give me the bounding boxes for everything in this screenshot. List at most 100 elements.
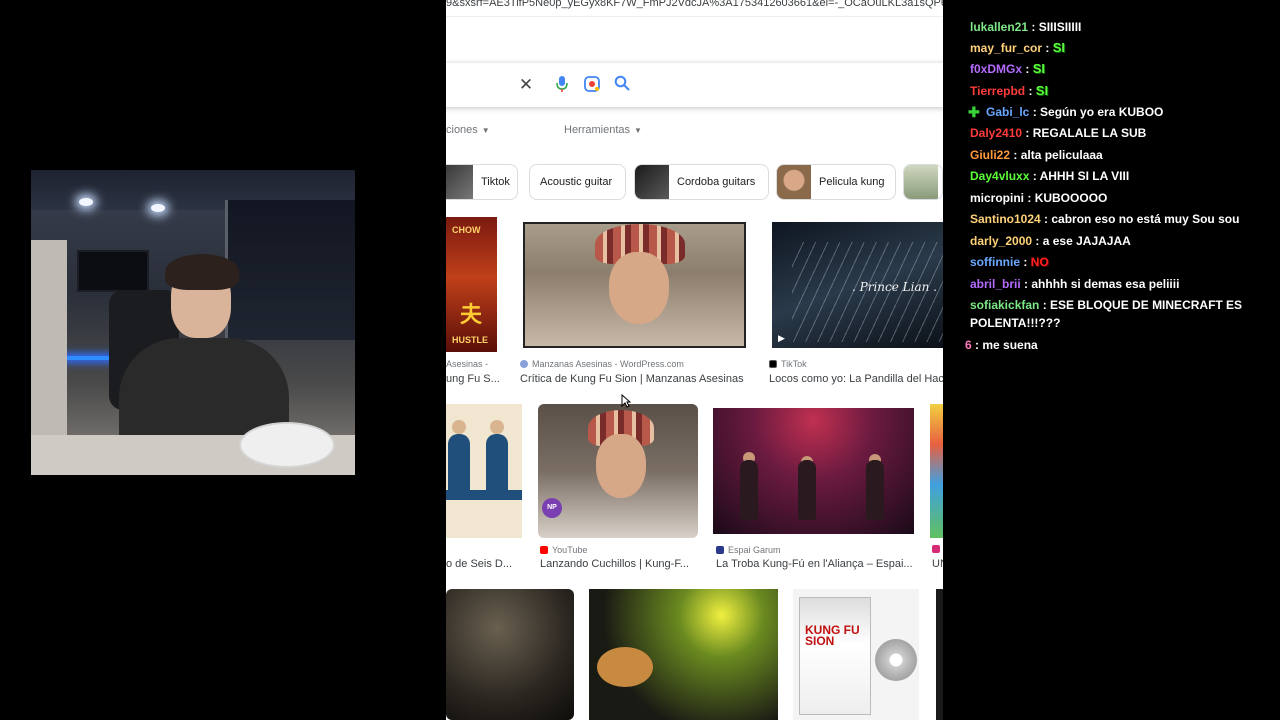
instagram-icon bbox=[932, 545, 940, 553]
mouse-cursor-icon bbox=[621, 394, 631, 408]
result-image-dvd[interactable]: KUNG FU SION bbox=[793, 589, 919, 720]
chat-username[interactable]: f0xDMGx bbox=[970, 62, 1022, 76]
chat-text: SI bbox=[1052, 40, 1066, 55]
chat-message: Santino1024 : cabron eso no está muy Sou… bbox=[970, 210, 1270, 228]
chat-text: cabron eso no está muy Sou sou bbox=[1051, 212, 1240, 226]
chip-thumbnail bbox=[635, 165, 669, 199]
webcam-feed bbox=[31, 170, 355, 475]
result-image-guitarist[interactable] bbox=[589, 589, 778, 720]
chat-username[interactable]: micropini bbox=[970, 191, 1024, 205]
result-image-curlers[interactable] bbox=[523, 222, 746, 348]
chat-text: AHHH SI LA VIII bbox=[1039, 169, 1130, 183]
chat-message: may_fur_cor : SI bbox=[970, 39, 1270, 57]
cam-window bbox=[225, 200, 355, 340]
result-image-illustration[interactable] bbox=[446, 404, 522, 538]
chat-text: me suena bbox=[982, 338, 1038, 352]
result-title-link[interactable]: La Troba Kung-Fú en l'Aliança – Espai... bbox=[716, 558, 916, 570]
chat-separator: : bbox=[1010, 148, 1021, 162]
chip-more[interactable] bbox=[903, 164, 943, 200]
chat-text: SI bbox=[1035, 83, 1049, 98]
result-image-partial[interactable] bbox=[936, 589, 943, 720]
result-title-link[interactable]: Locos como yo: La Pandilla del Hac bbox=[769, 373, 943, 385]
chat-separator: : bbox=[1040, 212, 1052, 226]
cam-plate bbox=[239, 422, 335, 468]
clear-search-icon[interactable]: ✕ bbox=[516, 75, 536, 95]
chip-pelicula-kung[interactable]: Pelicula kung bbox=[776, 164, 896, 200]
result-image-band[interactable] bbox=[446, 589, 574, 720]
chip-cordoba-guitars[interactable]: Cordoba guitars bbox=[634, 164, 769, 200]
result-image-poster[interactable]: CHOW 夫 HUSTLE bbox=[446, 217, 497, 352]
result-source: Manzanas Asesinas - WordPress.com bbox=[520, 359, 684, 369]
voice-search-icon[interactable] bbox=[552, 75, 572, 95]
chat-message: soffinnie : NO bbox=[970, 253, 1270, 271]
performer bbox=[740, 460, 758, 520]
chat-message: ✚ Gabi_lc : Según yo era KUBOO bbox=[968, 103, 1270, 121]
result-image-prince-lian[interactable]: . Prince Lian . ▶ bbox=[772, 222, 943, 348]
cam-tv bbox=[77, 250, 149, 292]
chat-username[interactable]: 6 bbox=[965, 338, 972, 352]
browser-window: 9&sxsrf=AE3TifP5Ne0p_yEGyx8KF7W_FmPJ2Vdc… bbox=[446, 0, 943, 720]
result-image-concert[interactable] bbox=[713, 408, 914, 534]
figure-head bbox=[490, 420, 504, 434]
chip-acoustic-guitar[interactable]: Acoustic guitar bbox=[529, 164, 626, 200]
chat-message: sofiakickfan : ESE BLOQUE DE MINECRAFT E… bbox=[970, 296, 1260, 332]
performer bbox=[798, 460, 816, 520]
result-source bbox=[932, 545, 943, 553]
result-title-link[interactable]: UN bbox=[932, 558, 943, 570]
result-source: Asesinas - bbox=[446, 359, 489, 369]
chat-message: Giuli22 : alta peliculaaa bbox=[970, 146, 1270, 164]
face bbox=[609, 252, 669, 324]
tools-menu[interactable]: Herramientas ▼ bbox=[564, 124, 642, 136]
divider bbox=[446, 16, 943, 17]
result-title-link[interactable]: ung Fu S... bbox=[446, 373, 502, 385]
result-source: TikTok bbox=[769, 359, 807, 369]
wordpress-icon bbox=[520, 360, 528, 368]
figure bbox=[448, 434, 470, 494]
search-icon[interactable] bbox=[612, 75, 632, 95]
chat-username[interactable]: Day4vluxx bbox=[970, 169, 1029, 183]
result-title-link[interactable]: Lanzando Cuchillos | Kung-F... bbox=[540, 558, 692, 570]
result-image-youtube[interactable]: NP bbox=[538, 404, 698, 538]
chip-thumbnail bbox=[904, 165, 938, 199]
chat-separator: : bbox=[1029, 169, 1040, 183]
result-image-colorful[interactable] bbox=[930, 404, 943, 538]
ceiling-light bbox=[151, 204, 165, 212]
guitar bbox=[597, 647, 653, 687]
chat-username[interactable]: soffinnie bbox=[970, 255, 1020, 269]
search-options-menu[interactable]: ciones ▼ bbox=[446, 124, 490, 136]
chat-username[interactable]: lukallen21 bbox=[970, 20, 1028, 34]
chip-tiktok[interactable]: Tiktok bbox=[446, 164, 518, 200]
address-bar[interactable]: 9&sxsrf=AE3TifP5Ne0p_yEGyx8KF7W_FmPJ2Vdc… bbox=[446, 0, 943, 14]
face bbox=[596, 434, 646, 498]
chat-text: NO bbox=[1030, 255, 1049, 269]
chat-username[interactable]: Tierrepbd bbox=[970, 84, 1025, 98]
chat-username[interactable]: Giuli22 bbox=[970, 148, 1010, 162]
performer bbox=[866, 460, 884, 520]
chat-username[interactable]: may_fur_cor bbox=[970, 41, 1042, 55]
site-icon bbox=[716, 546, 724, 554]
chat-username[interactable]: Gabi_lc bbox=[986, 105, 1029, 119]
result-title-link[interactable]: o de Seis D... bbox=[446, 558, 518, 570]
chat-username[interactable]: Santino1024 bbox=[970, 212, 1041, 226]
chat-text: REGALALE LA SUB bbox=[1032, 126, 1147, 140]
dvd-cover bbox=[799, 597, 871, 715]
result-title-link[interactable]: Crítica de Kung Fu Sion | Manzanas Asesi… bbox=[520, 373, 750, 385]
chip-thumbnail bbox=[446, 165, 473, 199]
chip-thumbnail bbox=[777, 165, 811, 199]
chat-separator: : bbox=[1024, 191, 1035, 205]
chat-text: a ese JAJAJAA bbox=[1042, 234, 1131, 248]
chat-message: Day4vluxx : AHHH SI LA VIII bbox=[970, 167, 1270, 185]
chat-text: Según yo era KUBOO bbox=[1040, 105, 1164, 119]
chat-username[interactable]: sofiakickfan bbox=[970, 298, 1039, 312]
chat-text: KUBOOOOO bbox=[1034, 191, 1108, 205]
chat-separator: : bbox=[971, 338, 983, 352]
chat-username[interactable]: darly_2000 bbox=[970, 234, 1032, 248]
result-source: YouTube bbox=[540, 545, 587, 555]
youtube-icon bbox=[540, 546, 548, 554]
chat-message: micropini : KUBOOOOO bbox=[970, 189, 1270, 207]
chat-message: Daly2410 : REGALALE LA SUB bbox=[970, 124, 1270, 142]
chat-username[interactable]: abril_brii bbox=[970, 277, 1021, 291]
lens-search-icon[interactable] bbox=[582, 75, 602, 95]
chat-separator: : bbox=[1020, 255, 1031, 269]
chat-username[interactable]: Daly2410 bbox=[970, 126, 1022, 140]
